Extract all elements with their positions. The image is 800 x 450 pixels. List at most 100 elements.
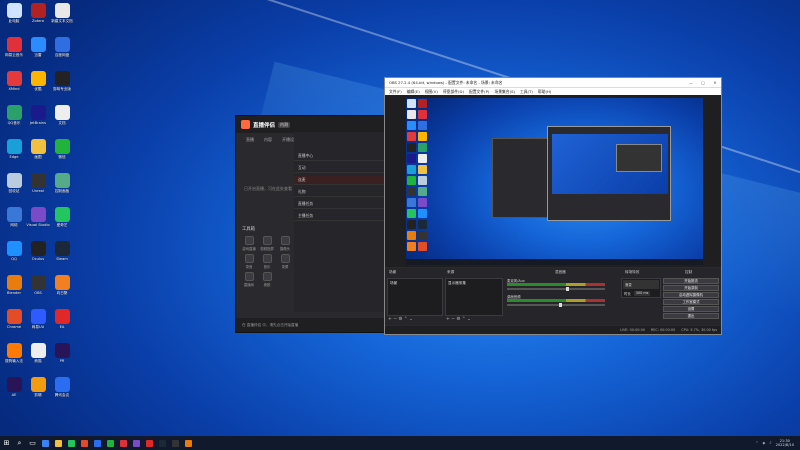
desktop-icon[interactable]: Steam bbox=[49, 241, 75, 271]
taskbar-app[interactable] bbox=[39, 437, 52, 450]
chevron-up-icon[interactable]: ⌃ bbox=[755, 441, 758, 445]
panel-row[interactable]: 直播任务 bbox=[294, 200, 391, 209]
taskbar-app[interactable] bbox=[143, 437, 156, 450]
close-button[interactable]: ✕ bbox=[709, 80, 721, 85]
source-tools[interactable]: + − ⚙ ⌃ ⌄ bbox=[446, 317, 471, 322]
desktop-icon[interactable]: QQ音乐 bbox=[1, 105, 27, 135]
tool-item[interactable]: 直播间 bbox=[240, 272, 258, 287]
tool-item[interactable]: 摄像头 bbox=[276, 236, 294, 251]
desktop-icon[interactable]: AE bbox=[1, 377, 27, 407]
helper-titlebar[interactable]: 直播伴侣 内测 bbox=[236, 116, 389, 133]
desktop-icon[interactable]: 画图 bbox=[25, 139, 51, 169]
desktop-icon[interactable]: Unreal bbox=[25, 173, 51, 203]
menu-item[interactable]: 编辑(E) bbox=[407, 89, 420, 95]
volume-slider[interactable] bbox=[507, 303, 605, 307]
tool-item[interactable]: 录音 bbox=[240, 254, 258, 269]
menu-item[interactable]: 配置文件(P) bbox=[469, 89, 489, 95]
minimize-button[interactable]: — bbox=[685, 80, 697, 85]
desktop-icon[interactable]: 腾讯会议 bbox=[49, 377, 75, 407]
live-helper-window[interactable]: 直播伴侣 内测 直播 内容 开播设置 已开启直播，可在此处查看 工具箱 游戏直播… bbox=[235, 115, 391, 333]
taskbar-app[interactable] bbox=[182, 437, 195, 450]
desktop-icon[interactable]: XMind bbox=[1, 71, 27, 101]
menu-item[interactable]: 场景集合(S) bbox=[494, 89, 515, 95]
taskbar-app[interactable] bbox=[78, 437, 91, 450]
desktop-icon[interactable]: 回收站 bbox=[1, 173, 27, 203]
tool-item[interactable]: 视频投屏 bbox=[258, 236, 276, 251]
desktop-icon[interactable]: Oculus bbox=[25, 241, 51, 271]
taskbar-app[interactable] bbox=[130, 437, 143, 450]
desktop-icon[interactable]: 剪映专业版 bbox=[49, 71, 75, 101]
panel-row[interactable]: 互动 bbox=[294, 164, 391, 173]
panel-row[interactable]: 主播任务 bbox=[294, 212, 391, 221]
menu-item[interactable]: 停靠部件(D) bbox=[443, 89, 464, 95]
control-button[interactable]: 开始录制 bbox=[663, 285, 719, 291]
transition-select[interactable]: 渐变 bbox=[623, 280, 659, 289]
control-button[interactable]: 开始推流 bbox=[663, 278, 719, 284]
desktop-icon[interactable]: QQ bbox=[1, 241, 27, 271]
tool-item[interactable]: 游戏直播 bbox=[240, 236, 258, 251]
desktop-icon[interactable]: 剪辑 bbox=[25, 377, 51, 407]
desktop-icon[interactable]: 新建文本文档 bbox=[49, 3, 75, 33]
taskbar-app[interactable] bbox=[169, 437, 182, 450]
desktop-icon[interactable]: 爱奇艺 bbox=[49, 207, 75, 237]
menu-item[interactable]: 文件(F) bbox=[389, 89, 402, 95]
tool-item[interactable]: 美颜 bbox=[258, 272, 276, 287]
volume-slider[interactable] bbox=[507, 287, 605, 291]
desktop-icon[interactable]: 迅雷 bbox=[25, 37, 51, 67]
tool-item[interactable]: 音乐 bbox=[258, 254, 276, 269]
helper-tab[interactable]: 直播 bbox=[246, 137, 254, 143]
taskbar-app[interactable] bbox=[104, 437, 117, 450]
desktop-icon[interactable]: OBS bbox=[25, 275, 51, 305]
taskbar-app[interactable] bbox=[117, 437, 130, 450]
desktop-icon[interactable]: 网易云音乐 bbox=[1, 37, 27, 67]
panel-row[interactable]: 连麦 bbox=[294, 176, 391, 185]
desktop-icon[interactable]: Blender bbox=[1, 275, 27, 305]
sources-list[interactable]: 显示器采集 bbox=[445, 278, 503, 316]
obs-titlebar[interactable]: OBS 27.2.4 (64-bit, windows) - 配置文件: 未命名… bbox=[385, 78, 721, 87]
desktop-icon[interactable]: JetBrains bbox=[25, 105, 51, 135]
desktop-icon[interactable]: 向日葵 bbox=[49, 275, 75, 305]
obs-preview[interactable] bbox=[385, 95, 721, 267]
desktop-icon[interactable]: 搜狗输入法 bbox=[1, 343, 27, 373]
volume-icon[interactable]: ♪ bbox=[769, 441, 771, 445]
taskbar-app[interactable] bbox=[65, 437, 78, 450]
desktop-icon[interactable]: 优酷 bbox=[25, 71, 51, 101]
maximize-button[interactable]: ▢ bbox=[697, 80, 709, 85]
start-button[interactable]: ⊞ bbox=[0, 437, 13, 450]
desktop-icon[interactable]: 此电脑 bbox=[1, 3, 27, 33]
source-item[interactable]: 显示器采集 bbox=[446, 279, 502, 288]
duration-input[interactable]: 300 ms bbox=[633, 291, 651, 296]
tool-item[interactable]: 录屏 bbox=[276, 254, 294, 269]
desktop-icon[interactable]: 控制面板 bbox=[49, 173, 75, 203]
desktop-icon[interactable]: 熊猫 bbox=[25, 343, 51, 373]
control-button[interactable]: 工作室模式 bbox=[663, 299, 719, 305]
desktop-icon[interactable]: 网络 bbox=[1, 207, 27, 237]
desktop-icon[interactable]: Chrome bbox=[1, 309, 27, 339]
scene-item[interactable]: 场景 bbox=[388, 279, 442, 288]
control-button[interactable]: 退出 bbox=[663, 313, 719, 319]
task-view-icon[interactable]: ▭ bbox=[26, 437, 39, 450]
desktop-icon[interactable]: Visual Studio bbox=[25, 207, 51, 237]
panel-row[interactable]: 礼物 bbox=[294, 188, 391, 197]
search-icon[interactable]: ⌕ bbox=[13, 437, 26, 450]
desktop-icon[interactable]: EA bbox=[49, 309, 75, 339]
taskbar-app[interactable] bbox=[156, 437, 169, 450]
desktop-icon[interactable]: PR bbox=[49, 343, 75, 373]
scenes-list[interactable]: 场景 bbox=[387, 278, 443, 316]
desktop-icon[interactable]: Edge bbox=[1, 139, 27, 169]
network-icon[interactable]: ◈ bbox=[763, 441, 766, 445]
mixer-channel[interactable]: 麦克风/Aux bbox=[507, 278, 619, 292]
clock[interactable]: 21:30 2022/8/10 bbox=[776, 439, 794, 447]
desktop-icon[interactable]: Zotero bbox=[25, 3, 51, 33]
desktop-icon[interactable]: 百度网盘 bbox=[49, 37, 75, 67]
obs-window[interactable]: OBS 27.2.4 (64-bit, windows) - 配置文件: 未命名… bbox=[384, 77, 722, 335]
panel-row[interactable]: 直播中心 bbox=[294, 152, 391, 161]
desktop-icon[interactable]: 微信 bbox=[49, 139, 75, 169]
desktop-icon[interactable]: 文档 bbox=[49, 105, 75, 135]
control-button[interactable]: 启动虚拟摄像机 bbox=[663, 292, 719, 298]
menu-item[interactable]: 帮助(H) bbox=[538, 89, 551, 95]
menu-item[interactable]: 工具(T) bbox=[520, 89, 533, 95]
taskbar-app[interactable] bbox=[91, 437, 104, 450]
mixer-channel[interactable]: 桌面音频 bbox=[507, 294, 619, 308]
helper-tab[interactable]: 内容 bbox=[264, 137, 272, 143]
